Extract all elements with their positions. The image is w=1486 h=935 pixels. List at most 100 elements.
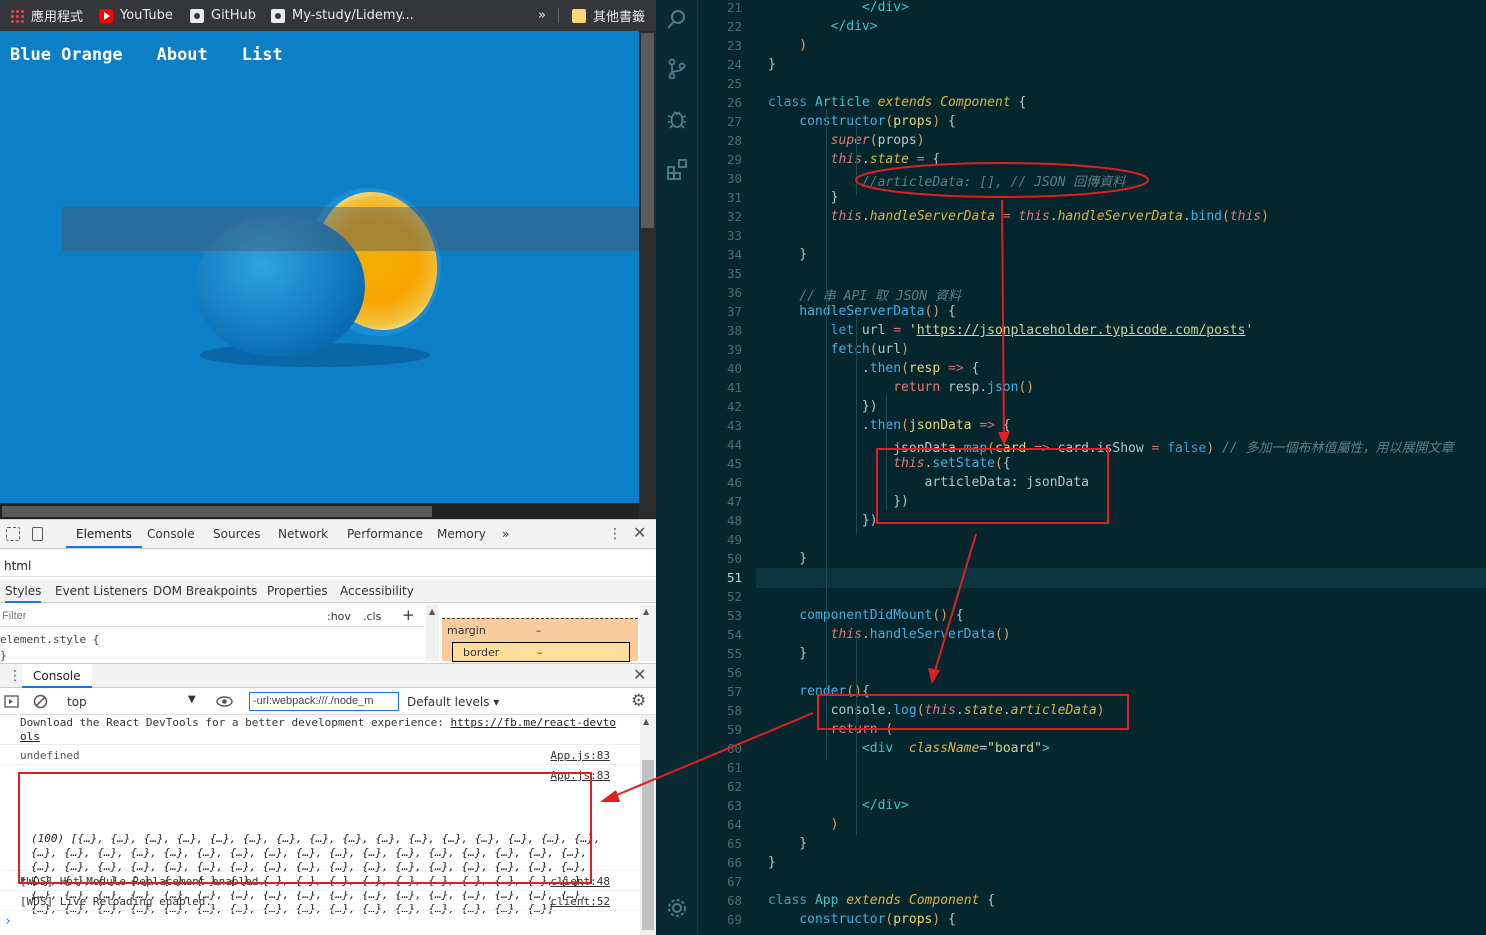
line-number[interactable]: 32	[698, 209, 742, 224]
element-style-rule[interactable]: element.style {	[0, 633, 99, 646]
bookmarks-overflow-button[interactable]: »	[538, 0, 546, 31]
code-line[interactable]: }	[768, 551, 807, 566]
code-line[interactable]: .then(resp => {	[768, 361, 979, 376]
drawer-tab-console[interactable]: Console	[22, 664, 92, 688]
code-line[interactable]: </div>	[768, 798, 909, 813]
border-value[interactable]: –	[537, 646, 543, 659]
message-source-link[interactable]: client:48	[550, 875, 610, 888]
close-icon[interactable]: ✕	[633, 523, 646, 542]
bookmark-youtube[interactable]: YouTube	[99, 0, 173, 31]
line-number[interactable]: 34	[698, 247, 742, 262]
line-number[interactable]: 54	[698, 627, 742, 642]
code-line[interactable]: })	[768, 513, 878, 528]
line-number[interactable]: 47	[698, 494, 742, 509]
code-line[interactable]: </div>	[768, 0, 909, 15]
margin-value[interactable]: –	[536, 624, 542, 637]
line-number[interactable]: 31	[698, 190, 742, 205]
code-line[interactable]: jsonData.map(card => card.isShow = false…	[768, 437, 1453, 456]
code-line[interactable]: }	[768, 836, 807, 851]
code-area[interactable]: </div> </div> )} class Article extends Co…	[756, 0, 1486, 935]
tab-performance[interactable]: Performance	[347, 520, 423, 548]
line-number[interactable]: 64	[698, 817, 742, 832]
code-line[interactable]: )	[768, 38, 807, 53]
styles-filter-input[interactable]	[2, 608, 312, 624]
code-line[interactable]: .then(jsonData => {	[768, 418, 1011, 433]
scroll-thumb[interactable]	[641, 33, 654, 228]
code-line[interactable]: fetch(url)	[768, 342, 909, 357]
line-number[interactable]: 21	[698, 0, 742, 15]
console-prompt[interactable]: ›	[4, 914, 12, 929]
line-number[interactable]: 57	[698, 684, 742, 699]
code-line[interactable]: )	[768, 817, 839, 832]
more-tabs-button[interactable]: »	[502, 520, 509, 548]
tab-accessibility[interactable]: Accessibility	[340, 584, 414, 598]
message-link[interactable]: https://fb.me/react-devto	[450, 716, 616, 729]
line-number[interactable]: 36	[698, 285, 742, 300]
line-number[interactable]: 48	[698, 513, 742, 528]
line-number[interactable]: 28	[698, 133, 742, 148]
line-number[interactable]: 58	[698, 703, 742, 718]
message-link-wrap[interactable]: ols	[20, 730, 40, 743]
line-number[interactable]: 35	[698, 266, 742, 281]
code-line[interactable]: }	[768, 646, 807, 661]
code-line[interactable]: this.handleServerData()	[768, 627, 1011, 642]
context-selector[interactable]: top	[67, 695, 87, 709]
gear-icon[interactable]	[666, 897, 688, 919]
page-horizontal-scrollbar[interactable]	[0, 503, 639, 519]
nav-about[interactable]: About	[157, 45, 208, 65]
box-model-scrollbar[interactable]: ▲	[640, 605, 656, 661]
drawer-menu-icon[interactable]: ⋮	[8, 668, 22, 684]
gear-icon[interactable]: ⚙	[631, 691, 646, 711]
line-number[interactable]: 42	[698, 399, 742, 414]
line-number[interactable]: 45	[698, 456, 742, 471]
tab-sources[interactable]: Sources	[213, 520, 260, 548]
line-number[interactable]: 37	[698, 304, 742, 319]
bookmark-my-study[interactable]: My-study/Lidemy...	[271, 0, 414, 31]
code-line[interactable]: render(){	[768, 684, 869, 699]
tab-styles[interactable]: Styles	[5, 584, 42, 603]
code-line[interactable]: }	[768, 190, 839, 205]
line-number[interactable]: 41	[698, 380, 742, 395]
code-line[interactable]: //articleData: [], // JSON 回傳資料	[768, 171, 1125, 190]
nav-brand[interactable]: Blue Orange	[10, 45, 123, 65]
nav-list[interactable]: List	[242, 45, 283, 65]
line-number[interactable]: 49	[698, 532, 742, 547]
tab-network[interactable]: Network	[278, 520, 328, 548]
cls-toggle[interactable]: .cls	[363, 610, 381, 623]
code-line[interactable]: handleServerData() {	[768, 304, 956, 319]
search-icon[interactable]	[666, 8, 688, 30]
code-line[interactable]: class Article extends Component {	[768, 95, 1026, 110]
console-message-array[interactable]: App.js:83 ▶ (100) [{…}, {…}, {…}, {…}, {…	[0, 765, 640, 915]
code-line[interactable]: class App extends Component {	[768, 893, 995, 908]
line-number[interactable]: 40	[698, 361, 742, 376]
code-line[interactable]: articleData: jsonData	[768, 475, 1089, 490]
line-number[interactable]: 63	[698, 798, 742, 813]
clear-console-icon[interactable]	[33, 694, 48, 709]
tab-memory[interactable]: Memory	[437, 520, 486, 548]
bookmark-github[interactable]: GitHub	[190, 0, 256, 31]
device-toolbar-icon[interactable]	[32, 527, 43, 541]
line-number[interactable]: 50	[698, 551, 742, 566]
code-line[interactable]: return resp.json()	[768, 380, 1034, 395]
styles-scrollbar[interactable]: ▲	[426, 605, 439, 661]
line-number[interactable]: 29	[698, 152, 742, 167]
line-number[interactable]: 25	[698, 76, 742, 91]
code-line[interactable]: this.handleServerData = this.handleServe…	[768, 209, 1269, 224]
log-levels-dropdown[interactable]: Default levels ▾	[407, 695, 499, 709]
code-line[interactable]: }	[768, 57, 776, 72]
breadcrumb-html[interactable]: html	[4, 559, 31, 573]
line-number[interactable]: 69	[698, 912, 742, 927]
kebab-menu-icon[interactable]: ⋮	[608, 526, 622, 542]
line-number[interactable]: 68	[698, 893, 742, 908]
code-line[interactable]: componentDidMount() {	[768, 608, 963, 623]
line-number[interactable]: 67	[698, 874, 742, 889]
source-control-icon[interactable]	[666, 58, 688, 80]
code-line[interactable]: }	[768, 247, 807, 262]
chevron-down-icon[interactable]: ▼	[188, 694, 196, 705]
line-number[interactable]: 26	[698, 95, 742, 110]
message-source-link[interactable]: App.js:83	[550, 749, 610, 762]
tab-dom-breakpoints[interactable]: DOM Breakpoints	[153, 584, 257, 598]
sidebar-toggle-icon[interactable]	[4, 694, 19, 709]
line-number[interactable]: 24	[698, 57, 742, 72]
bookmark-apps[interactable]: 應用程式	[10, 0, 83, 31]
